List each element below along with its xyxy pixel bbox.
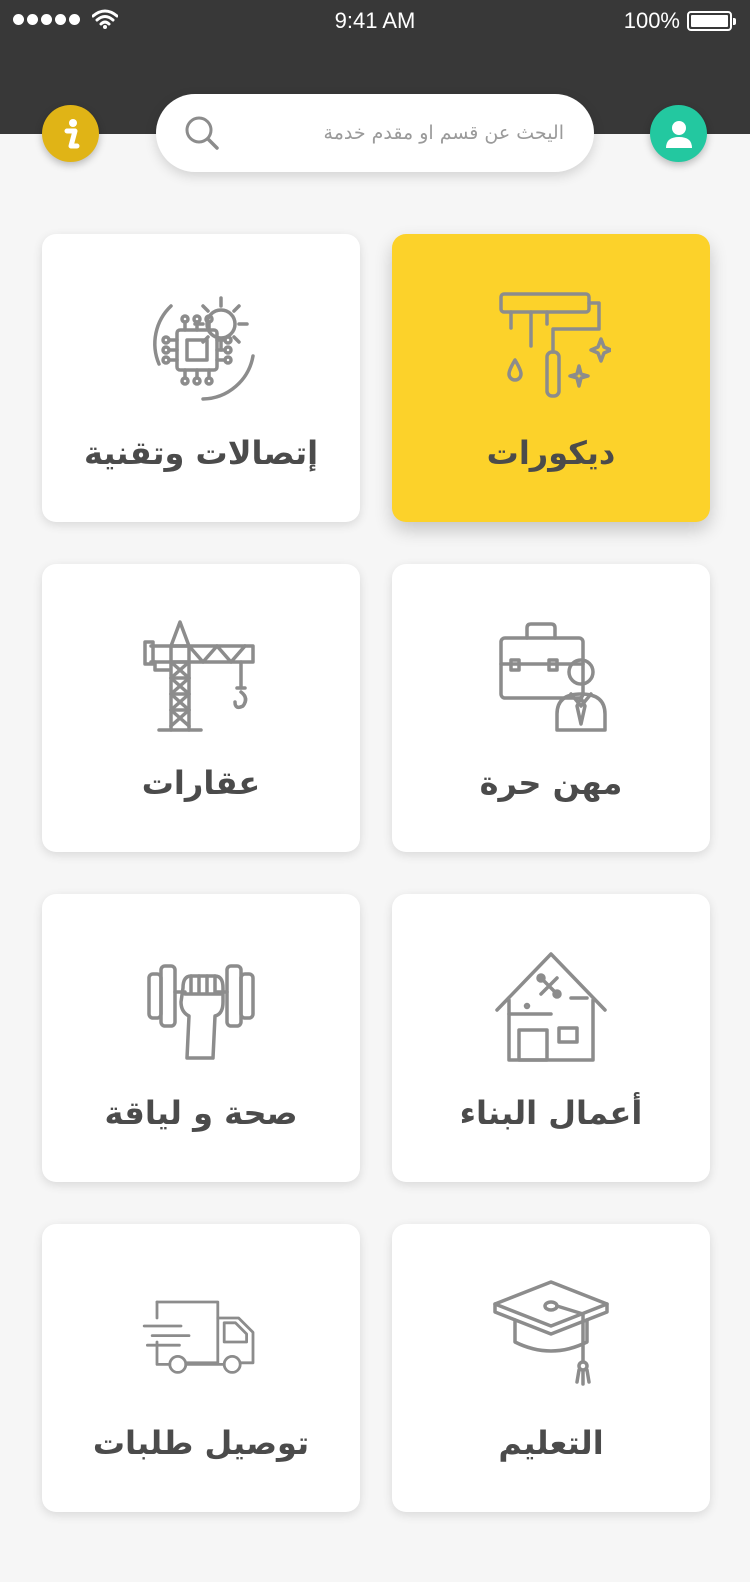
delivery-truck-icon xyxy=(142,1300,255,1374)
category-label: توصيل طلبات xyxy=(92,1424,310,1462)
category-label: مهن حرة xyxy=(479,764,623,802)
construction-crane-icon xyxy=(143,620,255,732)
category-card-delivery[interactable]: توصيل طلبات xyxy=(42,1224,360,1512)
category-card-health-fitness[interactable]: صحة و لياقة xyxy=(42,894,360,1182)
category-card-telecom-tech[interactable]: إتصالات وتقنية xyxy=(42,234,360,522)
category-card-construction[interactable]: أعمال البناء xyxy=(392,894,710,1182)
profile-button[interactable] xyxy=(650,105,707,162)
chip-gear-icon xyxy=(153,296,255,401)
paint-roller-icon xyxy=(499,292,611,398)
category-label: أعمال البناء xyxy=(459,1094,643,1132)
businessman-briefcase-icon xyxy=(499,622,607,732)
battery-icon xyxy=(687,11,736,31)
search-icon xyxy=(185,116,219,150)
category-card-education[interactable]: التعليم xyxy=(392,1224,710,1512)
dumbbell-fist-icon xyxy=(147,964,255,1060)
category-label: عقارات xyxy=(141,764,261,802)
info-button[interactable] xyxy=(42,105,99,162)
category-card-freelance[interactable]: مهن حرة xyxy=(392,564,710,852)
info-icon xyxy=(64,118,79,148)
category-label: ديكورات xyxy=(486,434,616,472)
battery-percentage: 100% xyxy=(623,8,680,33)
status-bar: 9:41 AM 100% xyxy=(0,0,750,44)
graduation-cap-icon xyxy=(493,1280,609,1386)
category-label: التعليم xyxy=(498,1424,604,1462)
category-label: صحة و لياقة xyxy=(104,1094,298,1132)
category-card-real-estate[interactable]: عقارات xyxy=(42,564,360,852)
house-tools-icon xyxy=(495,952,607,1062)
search-bar[interactable] xyxy=(156,94,594,172)
search-input[interactable] xyxy=(236,94,564,172)
category-label: إتصالات وتقنية xyxy=(83,434,319,472)
category-card-decorations[interactable]: ديكورات xyxy=(392,234,710,522)
user-icon xyxy=(665,120,692,148)
